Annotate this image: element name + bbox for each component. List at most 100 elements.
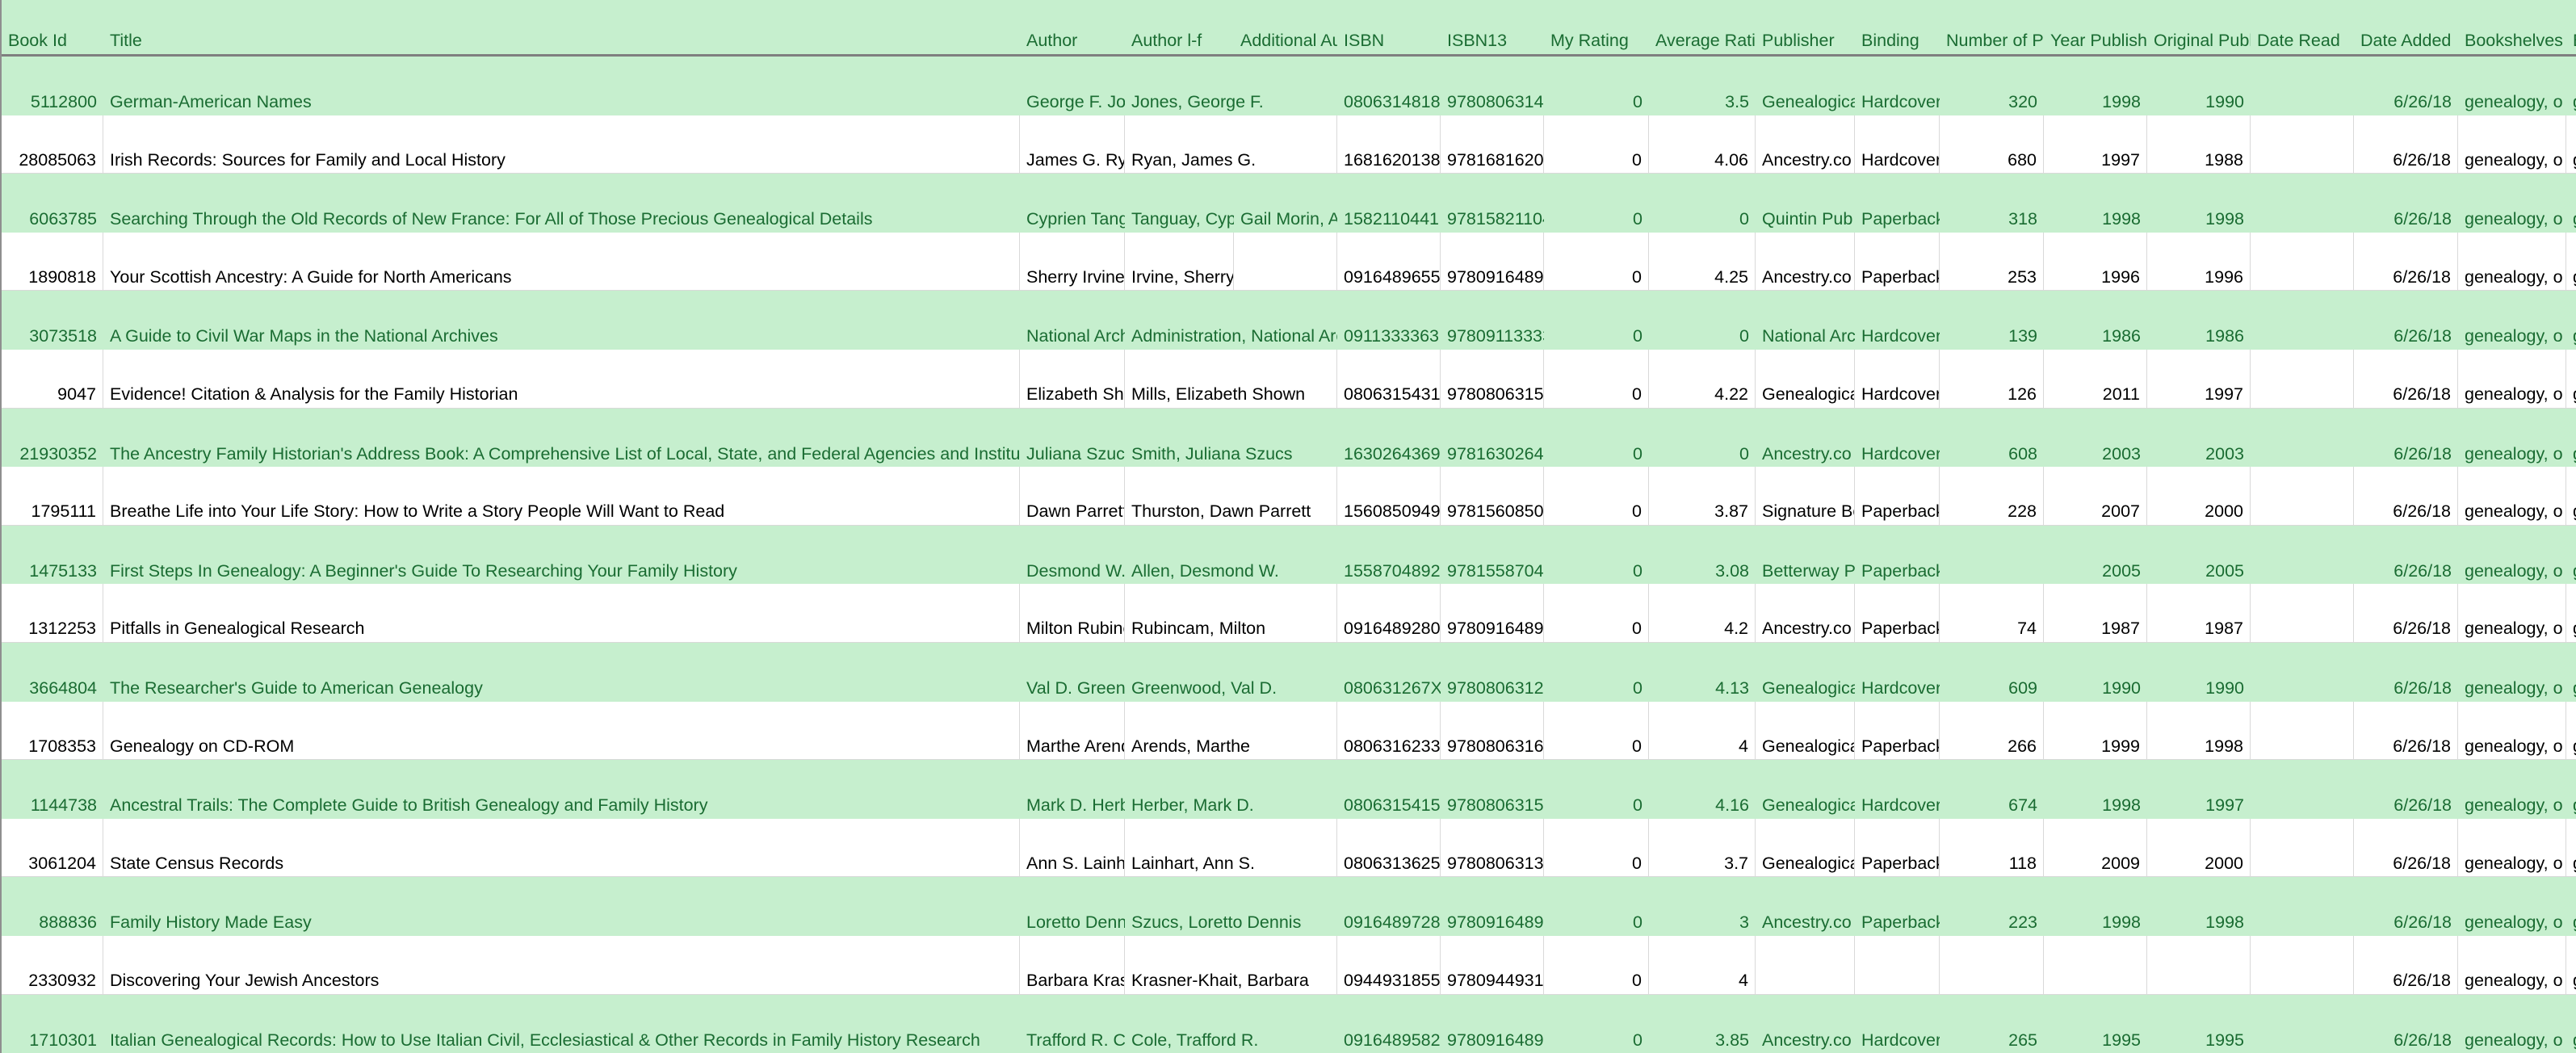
cell-bookshelves-with-positions[interactable]: g	[2566, 174, 2576, 233]
cell-publisher[interactable]: Genealogica	[1756, 760, 1855, 819]
cell-binding[interactable]: Hardcover	[1855, 115, 1940, 174]
cell-num-pages[interactable]: 266	[1940, 702, 2044, 760]
cell-title[interactable]: A Guide to Civil War Maps in the Nationa…	[103, 291, 1020, 350]
cell-date-added[interactable]: 6/26/18	[2354, 702, 2458, 760]
cell-date-read[interactable]	[2251, 936, 2354, 994]
cell-num-pages[interactable]: 320	[1940, 57, 2044, 115]
cell-isbn13[interactable]: 97809113333	[1441, 291, 1544, 350]
cell-additional-authors[interactable]	[1234, 233, 1337, 291]
header-original-publication-year[interactable]: Original Publication Year	[2147, 0, 2251, 54]
cell-average-rating[interactable]: 4.25	[1649, 233, 1756, 291]
cell-isbn13[interactable]: 97815608509	[1441, 467, 1544, 525]
cell-date-added[interactable]: 6/26/18	[2354, 877, 2458, 936]
cell-author[interactable]: Milton Rubincam	[1020, 584, 1125, 642]
cell-publisher[interactable]: Genealogica	[1756, 702, 1855, 760]
cell-isbn[interactable]: 0806315431	[1337, 350, 1441, 408]
cell-binding[interactable]: Paperback	[1855, 526, 1940, 585]
cell-year-published[interactable]: 1987	[2044, 584, 2147, 642]
cell-author[interactable]: Dawn Parrett Thurston	[1020, 467, 1125, 525]
cell-author-lf[interactable]: Tanguay, Cyprien	[1125, 174, 1234, 233]
cell-bookshelves-with-positions[interactable]: g	[2566, 877, 2576, 936]
cell-average-rating[interactable]: 4	[1649, 936, 1756, 994]
cell-title[interactable]: Searching Through the Old Records of New…	[103, 174, 1020, 233]
cell-my-rating[interactable]: 0	[1544, 174, 1649, 233]
cell-num-pages[interactable]: 674	[1940, 760, 2044, 819]
cell-year-published[interactable]: 1990	[2044, 643, 2147, 702]
cell-isbn[interactable]: 0806313625	[1337, 819, 1441, 877]
cell-average-rating[interactable]: 4	[1649, 702, 1756, 760]
cell-original-publication-year[interactable]: 1996	[2147, 233, 2251, 291]
cell-author-lf[interactable]: Administration, National Archives and Re…	[1125, 291, 1337, 350]
cell-bookshelves[interactable]: genealogy, o	[2458, 936, 2566, 994]
cell-my-rating[interactable]: 0	[1544, 57, 1649, 115]
cell-bookshelves-with-positions[interactable]: g	[2566, 584, 2576, 642]
cell-bookshelves-with-positions[interactable]: g	[2566, 115, 2576, 174]
cell-author[interactable]: Mark D. Herber	[1020, 760, 1125, 819]
cell-num-pages[interactable]: 223	[1940, 877, 2044, 936]
cell-publisher[interactable]: Genealogica	[1756, 57, 1855, 115]
cell-num-pages[interactable]: 126	[1940, 350, 2044, 408]
header-binding[interactable]: Binding	[1855, 0, 1940, 54]
cell-author-lf[interactable]: Cole, Trafford R.	[1125, 995, 1337, 1053]
cell-date-added[interactable]: 6/26/18	[2354, 233, 2458, 291]
cell-bookshelves[interactable]: genealogy, o	[2458, 819, 2566, 877]
cell-isbn13[interactable]: 97816816201	[1441, 115, 1544, 174]
cell-isbn13[interactable]: 97809164896	[1441, 233, 1544, 291]
cell-isbn[interactable]: 0916489582	[1337, 995, 1441, 1053]
cell-publisher[interactable]: Quintin Pub	[1756, 174, 1855, 233]
header-isbn13[interactable]: ISBN13	[1441, 0, 1544, 54]
cell-num-pages[interactable]: 680	[1940, 115, 2044, 174]
cell-author[interactable]: James G. Ryan	[1020, 115, 1125, 174]
cell-average-rating[interactable]: 0	[1649, 409, 1756, 468]
cell-original-publication-year[interactable]: 1998	[2147, 702, 2251, 760]
cell-original-publication-year[interactable]: 1988	[2147, 115, 2251, 174]
cell-bookshelves[interactable]: genealogy, o	[2458, 760, 2566, 819]
cell-author-lf[interactable]: Greenwood, Val D.	[1125, 643, 1337, 702]
cell-my-rating[interactable]: 0	[1544, 467, 1649, 525]
cell-date-read[interactable]	[2251, 57, 2354, 115]
cell-title[interactable]: German-American Names	[103, 57, 1020, 115]
cell-bookshelves[interactable]: genealogy, o	[2458, 526, 2566, 585]
cell-binding[interactable]: Hardcover	[1855, 350, 1940, 408]
header-bookshelves-with-positions[interactable]: Bookshelves with positions	[2566, 0, 2576, 54]
cell-isbn13[interactable]: 97808063148	[1441, 57, 1544, 115]
cell-author-lf[interactable]: Ryan, James G.	[1125, 115, 1337, 174]
cell-bookshelves[interactable]: genealogy, o	[2458, 57, 2566, 115]
cell-author-lf[interactable]: Krasner-Khait, Barbara	[1125, 936, 1337, 994]
cell-book-id[interactable]: 3061204	[2, 819, 103, 877]
cell-date-read[interactable]	[2251, 526, 2354, 585]
cell-bookshelves[interactable]: genealogy, o	[2458, 174, 2566, 233]
cell-isbn13[interactable]: 97809164897	[1441, 877, 1544, 936]
cell-author[interactable]: Loretto Dennis Szucs	[1020, 877, 1125, 936]
cell-binding[interactable]: Hardcover	[1855, 643, 1940, 702]
cell-average-rating[interactable]: 4.13	[1649, 643, 1756, 702]
cell-original-publication-year[interactable]: 1997	[2147, 350, 2251, 408]
cell-book-id[interactable]: 6063785	[2, 174, 103, 233]
cell-original-publication-year[interactable]: 2003	[2147, 409, 2251, 468]
header-average-rating[interactable]: Average Rating	[1649, 0, 1756, 54]
cell-average-rating[interactable]: 0	[1649, 174, 1756, 233]
cell-author-lf[interactable]: Herber, Mark D.	[1125, 760, 1337, 819]
cell-year-published[interactable]: 1998	[2044, 57, 2147, 115]
cell-author[interactable]: Barbara Krasner-Khait	[1020, 936, 1125, 994]
cell-book-id[interactable]: 1312253	[2, 584, 103, 642]
cell-binding[interactable]: Hardcover	[1855, 995, 1940, 1053]
cell-author[interactable]: Val D. Greenwood	[1020, 643, 1125, 702]
cell-bookshelves-with-positions[interactable]: g	[2566, 760, 2576, 819]
cell-bookshelves-with-positions[interactable]: g	[2566, 819, 2576, 877]
cell-isbn13[interactable]: 97809164892	[1441, 584, 1544, 642]
cell-date-read[interactable]	[2251, 760, 2354, 819]
cell-publisher[interactable]: National Arc	[1756, 291, 1855, 350]
cell-binding[interactable]	[1855, 936, 1940, 994]
cell-bookshelves[interactable]: genealogy, o	[2458, 995, 2566, 1053]
cell-my-rating[interactable]: 0	[1544, 760, 1649, 819]
cell-publisher[interactable]: Ancestry.co	[1756, 409, 1855, 468]
cell-isbn13[interactable]: 97808063162	[1441, 702, 1544, 760]
cell-title[interactable]: Ancestral Trails: The Complete Guide to …	[103, 760, 1020, 819]
cell-publisher[interactable]	[1756, 936, 1855, 994]
cell-my-rating[interactable]: 0	[1544, 584, 1649, 642]
cell-isbn[interactable]: 0806315415	[1337, 760, 1441, 819]
cell-isbn13[interactable]: 97808063154	[1441, 350, 1544, 408]
header-title[interactable]: Title	[103, 0, 1020, 54]
cell-date-read[interactable]	[2251, 584, 2354, 642]
